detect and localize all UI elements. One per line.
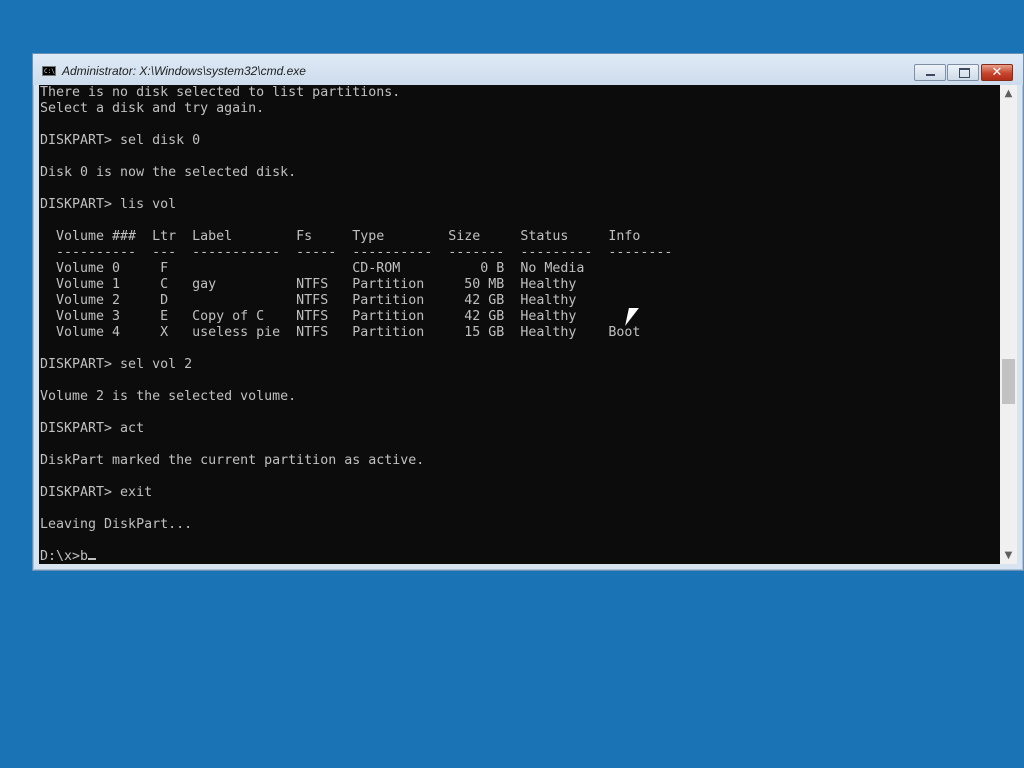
close-icon: ✕ — [991, 65, 1003, 80]
maximize-button[interactable] — [947, 64, 979, 81]
text-cursor — [88, 558, 97, 560]
console-line: Volume 4 X useless pie NTFS Partition 15… — [40, 325, 641, 340]
console-line: Volume 3 E Copy of C NTFS Partition 42 G… — [40, 309, 577, 324]
scroll-up-icon[interactable]: ▲ — [1000, 85, 1017, 102]
cmd-window[interactable]: C:\ Administrator: X:\Windows\system32\c… — [32, 53, 1024, 571]
console-line: Select a disk and try again. — [40, 101, 265, 116]
console-line: DISKPART> lis vol — [40, 197, 177, 212]
console-line: Leaving DiskPart... — [40, 517, 193, 532]
scroll-down-icon[interactable]: ▼ — [1000, 547, 1017, 564]
console-line: There is no disk selected to list partit… — [40, 85, 401, 100]
console-line: Volume 1 C gay NTFS Partition 50 MB Heal… — [40, 277, 577, 292]
console-line: DISKPART> exit — [40, 485, 153, 500]
console-line: DISKPART> sel disk 0 — [40, 133, 201, 148]
console-line: DiskPart marked the current partition as… — [40, 453, 425, 468]
console-output[interactable]: There is no disk selected to list partit… — [39, 85, 1000, 564]
console-line: Volume 2 D NTFS Partition 42 GB Healthy — [40, 293, 577, 308]
title-bar[interactable]: C:\ Administrator: X:\Windows\system32\c… — [33, 54, 1023, 85]
console-line: Volume 2 is the selected volume. — [40, 389, 297, 404]
console-line: DISKPART> sel vol 2 — [40, 357, 193, 372]
console-text: There is no disk selected to list partit… — [39, 85, 1000, 564]
console-line: Disk 0 is now the selected disk. — [40, 165, 297, 180]
minimize-icon — [915, 65, 945, 80]
console-line: Volume 0 F CD-ROM 0 B No Media — [40, 261, 585, 276]
command-prompt[interactable]: D:\x>b — [40, 549, 88, 564]
maximize-icon — [948, 65, 978, 80]
console-line: ---------- --- ----------- ----- -------… — [40, 245, 673, 260]
minimize-button[interactable] — [914, 64, 946, 81]
console-line: DISKPART> act — [40, 421, 145, 436]
vertical-scrollbar[interactable]: ▲ ▼ — [1000, 85, 1017, 564]
scrollbar-thumb[interactable] — [1002, 359, 1015, 404]
cmd-icon: C:\ — [42, 66, 56, 76]
window-title: Administrator: X:\Windows\system32\cmd.e… — [62, 64, 306, 78]
console-line: Volume ### Ltr Label Fs Type Size Status… — [40, 229, 641, 244]
close-button[interactable]: ✕ — [981, 64, 1013, 81]
